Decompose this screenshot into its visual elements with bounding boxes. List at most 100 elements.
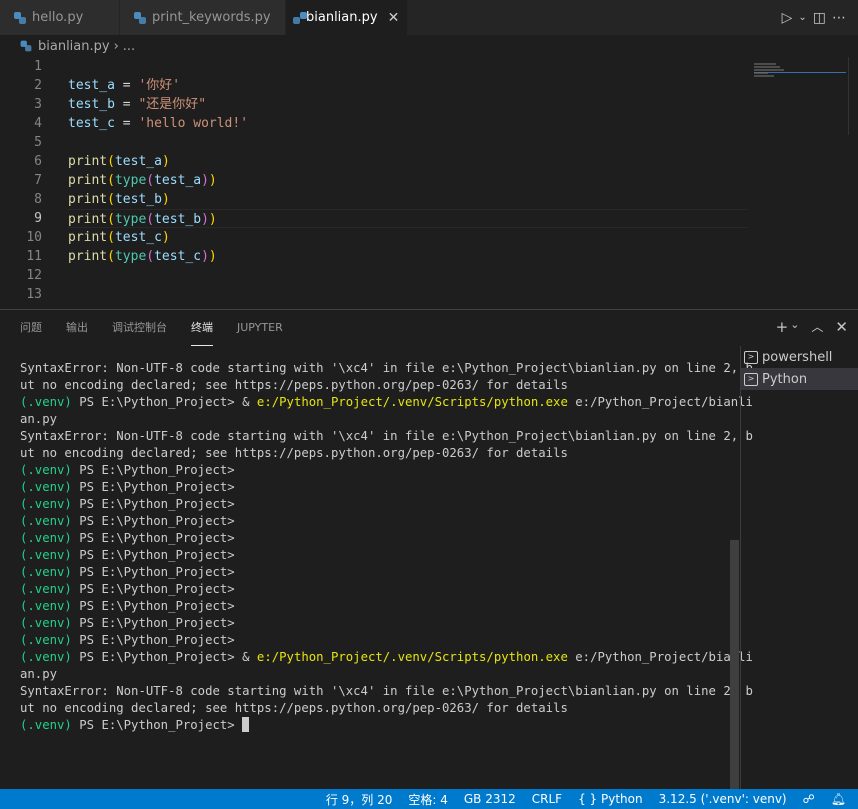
code-token: =	[114, 78, 139, 93]
terminal-line: ut no encoding declared; see https://pep…	[20, 701, 568, 715]
python-file-icon	[20, 40, 32, 52]
python-file-icon	[14, 11, 26, 24]
line-number: 11	[26, 249, 42, 264]
terminal-prompt: (.venv) PS E:\Python_Project>	[20, 582, 243, 596]
terminal-output[interactable]: SyntaxError: Non-UTF-8 code starting wit…	[20, 360, 753, 734]
code-line[interactable]	[68, 57, 748, 76]
terminal-line: ut no encoding declared; see https://pep…	[20, 378, 568, 392]
tab-bianlian-py[interactable]: bianlian.py ✕	[286, 0, 408, 35]
run-icon[interactable]: ▷	[782, 10, 793, 26]
code-line[interactable]: test_c = 'hello world!'	[68, 114, 748, 133]
terminal-list: > powershell > Python	[740, 346, 858, 790]
code-token: test_c	[154, 249, 202, 264]
terminal-prompt: (.venv) PS E:\Python_Project>	[20, 599, 243, 613]
code-token: test_a	[114, 154, 162, 169]
line-number: 4	[34, 116, 42, 131]
terminal-icon: >	[744, 350, 758, 364]
file-encoding[interactable]: GB 2312	[464, 792, 516, 806]
minimap[interactable]	[754, 57, 854, 309]
line-number-gutter: 1 2 3 4 5 6 7 8 9 10 11 12 13	[0, 57, 48, 304]
feedback-icon[interactable]: ☍	[803, 792, 815, 806]
code-token: type	[114, 212, 147, 227]
code-token: test_a	[68, 78, 115, 93]
cursor-position[interactable]: 行 9，列 20	[326, 791, 393, 808]
tab-hello-py[interactable]: hello.py	[0, 0, 120, 35]
python-file-icon	[134, 11, 146, 24]
terminal-prompt: (.venv) PS E:\Python_Project>	[20, 463, 243, 477]
tab-debug-console[interactable]: 调试控制台	[112, 310, 167, 346]
code-line[interactable]	[68, 133, 748, 152]
code-line[interactable]: test_a = '你好'	[68, 76, 748, 95]
python-interpreter[interactable]: 3.12.5 ('.venv': venv)	[659, 792, 787, 806]
code-token: type	[114, 249, 147, 264]
tab-output[interactable]: 输出	[66, 310, 88, 346]
terminal-icon: >	[744, 372, 758, 386]
terminal-item-label: powershell	[762, 349, 833, 365]
bottom-panel: 问题 输出 调试控制台 终端 JUPYTER + ⌄ ︿ ✕ SyntaxErr…	[0, 309, 858, 790]
terminal-line: (.venv) PS E:\Python_Project> & e:/Pytho…	[20, 650, 753, 664]
code-token: test_b	[68, 97, 115, 112]
code-token: print	[68, 154, 108, 169]
code-line[interactable]: print(type(test_c))	[68, 247, 748, 266]
language-mode[interactable]: { } Python	[578, 792, 643, 806]
code-line-current[interactable]: print(type(test_b))	[68, 209, 748, 228]
status-bar: 行 9，列 20 空格: 4 GB 2312 CRLF { } Python 3…	[0, 789, 858, 809]
code-token: print	[68, 230, 108, 245]
code-line[interactable]: print(test_a)	[68, 152, 748, 171]
code-line[interactable]: print(test_b)	[68, 190, 748, 209]
braces-icon: { }	[578, 792, 598, 806]
terminal-line: (.venv) PS E:\Python_Project> & e:/Pytho…	[20, 395, 753, 409]
code-line[interactable]: print(test_c)	[68, 228, 748, 247]
terminal-cursor	[242, 717, 250, 732]
chevron-down-icon[interactable]: ⌄	[798, 12, 806, 23]
code-line[interactable]: test_b = "还是你好"	[68, 95, 748, 114]
notifications-icon[interactable]: 🔔︎	[831, 792, 846, 806]
terminal-prompt: (.venv) PS E:\Python_Project>	[20, 616, 243, 630]
code-token: test_b	[154, 212, 202, 227]
code-line[interactable]	[68, 285, 748, 304]
tab-problems[interactable]: 问题	[20, 310, 42, 346]
breadcrumb-file[interactable]: bianlian.py	[38, 39, 110, 54]
code-token: type	[114, 173, 147, 188]
new-terminal-icon[interactable]: +	[776, 318, 789, 336]
code-line[interactable]	[68, 266, 748, 285]
code-token: print	[68, 173, 108, 188]
code-lines[interactable]: test_a = '你好' test_b = "还是你好" test_c = '…	[68, 57, 748, 304]
code-token: print	[68, 249, 108, 264]
more-actions-icon[interactable]: ⋯	[832, 10, 846, 26]
terminal-input-line[interactable]: (.venv) PS E:\Python_Project>	[20, 717, 725, 734]
tab-terminal[interactable]: 终端	[191, 310, 213, 346]
line-number-current: 9	[34, 211, 42, 226]
indentation[interactable]: 空格: 4	[408, 791, 448, 808]
close-panel-icon[interactable]: ✕	[835, 318, 848, 336]
chevron-down-icon[interactable]: ⌄	[790, 318, 799, 336]
line-number: 2	[34, 78, 42, 93]
code-token: =	[114, 116, 139, 131]
terminal-line: an.py	[20, 667, 58, 681]
editor-scrollbar[interactable]	[848, 57, 858, 135]
end-of-line[interactable]: CRLF	[532, 792, 562, 806]
line-number: 1	[34, 59, 42, 74]
code-token: test_b	[114, 192, 162, 207]
terminal-prompt: (.venv) PS E:\Python_Project>	[20, 565, 243, 579]
code-editor[interactable]: 1 2 3 4 5 6 7 8 9 10 11 12 13 test_a = '…	[0, 57, 858, 309]
line-number: 7	[34, 173, 42, 188]
code-token: test_a	[154, 173, 202, 188]
tab-print-keywords-py[interactable]: print_keywords.py	[120, 0, 286, 35]
editor-tab-bar: hello.py print_keywords.py bianlian.py ✕…	[0, 0, 858, 35]
terminal-item-powershell[interactable]: > powershell	[741, 346, 858, 368]
terminal-line: an.py	[20, 412, 58, 426]
maximize-panel-icon[interactable]: ︿	[811, 318, 823, 336]
close-icon[interactable]: ✕	[388, 10, 400, 26]
code-line[interactable]: print(type(test_a))	[68, 171, 748, 190]
breadcrumb-more[interactable]: ...	[123, 39, 135, 54]
tab-jupyter[interactable]: JUPYTER	[237, 310, 283, 346]
terminal-prompt: (.venv) PS E:\Python_Project>	[20, 480, 243, 494]
code-token: "还是你好"	[138, 97, 207, 112]
tab-label: print_keywords.py	[152, 10, 271, 25]
terminal-scrollbar[interactable]	[730, 540, 739, 790]
terminal-item-python[interactable]: > Python	[741, 368, 858, 390]
code-token: test_c	[68, 116, 115, 131]
split-editor-icon[interactable]: ◫	[813, 10, 826, 26]
line-number: 3	[34, 97, 42, 112]
